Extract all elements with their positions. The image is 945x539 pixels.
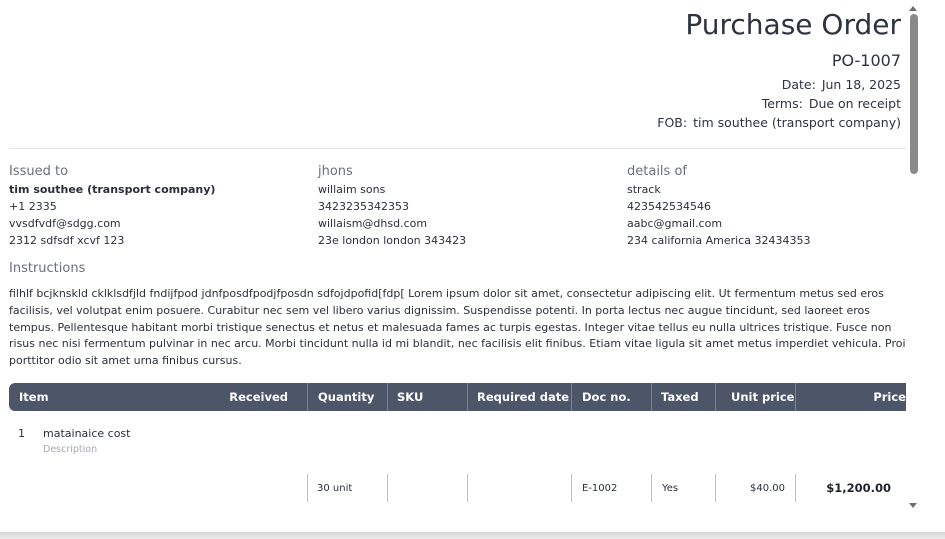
jhons-block: jhons willaim sons 3423235342353 willais… — [318, 162, 608, 249]
issued-to-block: Issued to tim southee (transport company… — [9, 162, 299, 249]
doc-no-cell: E-1002 — [582, 483, 618, 494]
column-header-quantity: Quantity — [318, 390, 375, 404]
column-divider — [387, 383, 388, 411]
quantity-cell: 30 unit — [317, 483, 353, 494]
column-divider — [307, 383, 308, 411]
row-number: 1 — [18, 427, 25, 440]
party-email: aabc@gmail.com — [627, 217, 723, 230]
date-value: Jun 18, 2025 — [821, 77, 901, 92]
party-address: 234 california America 32434353 — [627, 234, 811, 247]
column-divider — [651, 383, 652, 411]
party-phone: 3423235342353 — [318, 200, 409, 213]
party-address: 2312 sdfsdf xcvf 123 — [9, 234, 125, 247]
item-name: matainaice cost — [43, 427, 131, 440]
column-header-item: Item — [19, 390, 49, 404]
column-divider — [571, 383, 572, 411]
column-header-received: Received — [229, 390, 288, 404]
party-phone: +1 2335 — [9, 200, 57, 213]
party-name: strack — [627, 183, 661, 196]
terms-value: Due on receipt — [808, 96, 901, 111]
party-heading: details of — [627, 164, 687, 179]
column-header-taxed: Taxed — [661, 390, 699, 404]
po-number: PO-1007 — [831, 51, 901, 70]
column-header-sku: SKU — [397, 390, 424, 404]
taxed-cell: Yes — [662, 483, 679, 494]
page-title: Purchase Order — [685, 8, 901, 41]
date-label: Date: — [781, 77, 816, 92]
purchase-order-page: Purchase Order PO-1007 Date: Jun 18, 2025… — [0, 0, 930, 532]
terms-line: Terms: Due on receipt — [657, 94, 901, 113]
party-phone: 423542534546 — [627, 200, 711, 213]
column-divider — [571, 474, 572, 502]
column-divider — [795, 474, 796, 502]
vertical-scrollbar[interactable] — [906, 0, 921, 532]
price-cell: $1,200.00 — [826, 481, 891, 495]
column-divider — [715, 474, 716, 502]
date-line: Date: Jun 18, 2025 — [657, 75, 901, 94]
instructions-heading: Instructions — [9, 261, 86, 276]
party-heading: Issued to — [9, 164, 69, 179]
item-description: Description — [43, 444, 98, 455]
column-divider — [387, 474, 388, 502]
column-header-required-date: Required date — [477, 390, 570, 404]
fob-line: FOB: tim southee (transport company) — [657, 113, 901, 132]
party-email: willaism@dhsd.com — [318, 217, 428, 230]
terms-label: Terms: — [761, 96, 803, 111]
column-divider — [467, 383, 468, 411]
party-heading: jhons — [318, 164, 353, 179]
column-divider — [651, 474, 652, 502]
scroll-down-arrow-icon[interactable] — [909, 503, 917, 508]
header-divider — [9, 148, 916, 149]
party-name: willaim sons — [318, 183, 386, 196]
column-header-doc-no: Doc no. — [582, 390, 631, 404]
scroll-up-arrow-icon[interactable] — [909, 6, 917, 11]
fob-label: FOB: — [657, 115, 688, 130]
column-divider — [307, 474, 308, 502]
party-address: 23e london london 343423 — [318, 234, 467, 247]
column-divider — [795, 383, 796, 411]
party-name: tim southee (transport company) — [9, 183, 216, 196]
scrollbar-thumb[interactable] — [910, 14, 918, 174]
column-header-price: Price — [873, 390, 906, 404]
instructions-text: filhlf bcjknskld cklklsdfjld fndijfpod j… — [9, 287, 913, 368]
column-divider — [467, 474, 468, 502]
details-of-block: details of strack 423542534546 aabc@gmai… — [627, 162, 917, 249]
fob-value: tim southee (transport company) — [693, 115, 901, 130]
order-header: Purchase Order PO-1007 Date: Jun 18, 2025… — [657, 8, 901, 132]
items-table-header: Item Received Quantity SKU Required date… — [9, 383, 916, 411]
unit-price-cell: $40.00 — [750, 483, 785, 494]
column-header-unit-price: Unit price — [731, 390, 795, 404]
column-divider — [715, 383, 716, 411]
page-bottom-edge — [0, 532, 945, 539]
party-email: vvsdfvdf@sdgg.com — [9, 217, 121, 230]
